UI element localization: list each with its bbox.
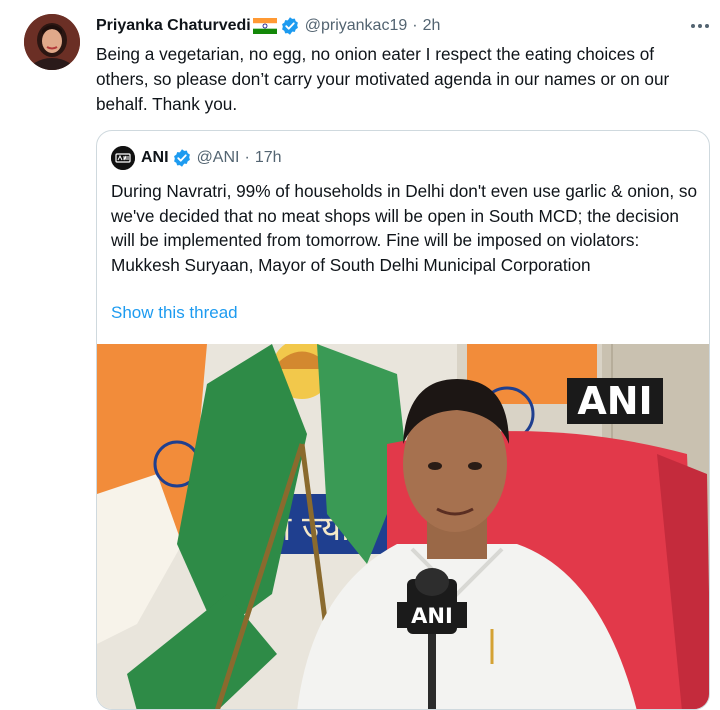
author-handle[interactable]: @priyankac19 xyxy=(305,17,408,35)
verified-badge-icon xyxy=(173,149,190,167)
india-flag-icon xyxy=(252,18,277,34)
header-separator: · xyxy=(412,17,418,34)
tweet-text: Being a vegetarian, no egg, no onion eat… xyxy=(96,44,670,114)
tweet-timestamp[interactable]: 2h xyxy=(423,17,441,35)
quoted-author-avatar[interactable] xyxy=(111,146,135,170)
quoted-header-separator: · xyxy=(244,149,250,166)
ani-logo-icon xyxy=(111,146,135,170)
quoted-author-handle[interactable]: @ANI xyxy=(197,149,240,167)
ani-watermark: ANI xyxy=(567,378,663,424)
quoted-timestamp[interactable]: 17h xyxy=(255,149,282,167)
tweet-card[interactable]: Priyanka Chaturvedi @priyankac19 · 2h Be… xyxy=(0,0,720,710)
quoted-tweet-text: During Navratri, 99% of households in De… xyxy=(111,181,698,275)
tweet-header: Priyanka Chaturvedi @priyankac19 · 2h xyxy=(96,15,440,37)
author-avatar-image xyxy=(24,14,80,70)
author-name[interactable]: Priyanka Chaturvedi xyxy=(96,17,251,35)
more-horizontal-icon xyxy=(691,24,709,28)
show-thread-link[interactable]: Show this thread xyxy=(111,303,238,323)
verified-badge-icon xyxy=(281,17,298,35)
quoted-tweet[interactable]: ANI @ANI · 17h During Navratri, 99% of h… xyxy=(96,130,710,710)
quoted-author-name[interactable]: ANI xyxy=(141,149,169,167)
quoted-tweet-header: ANI @ANI · 17h xyxy=(111,146,282,170)
mic-flag-label: ANI xyxy=(398,604,466,628)
more-options-button[interactable] xyxy=(686,13,714,39)
author-avatar[interactable] xyxy=(24,14,80,70)
